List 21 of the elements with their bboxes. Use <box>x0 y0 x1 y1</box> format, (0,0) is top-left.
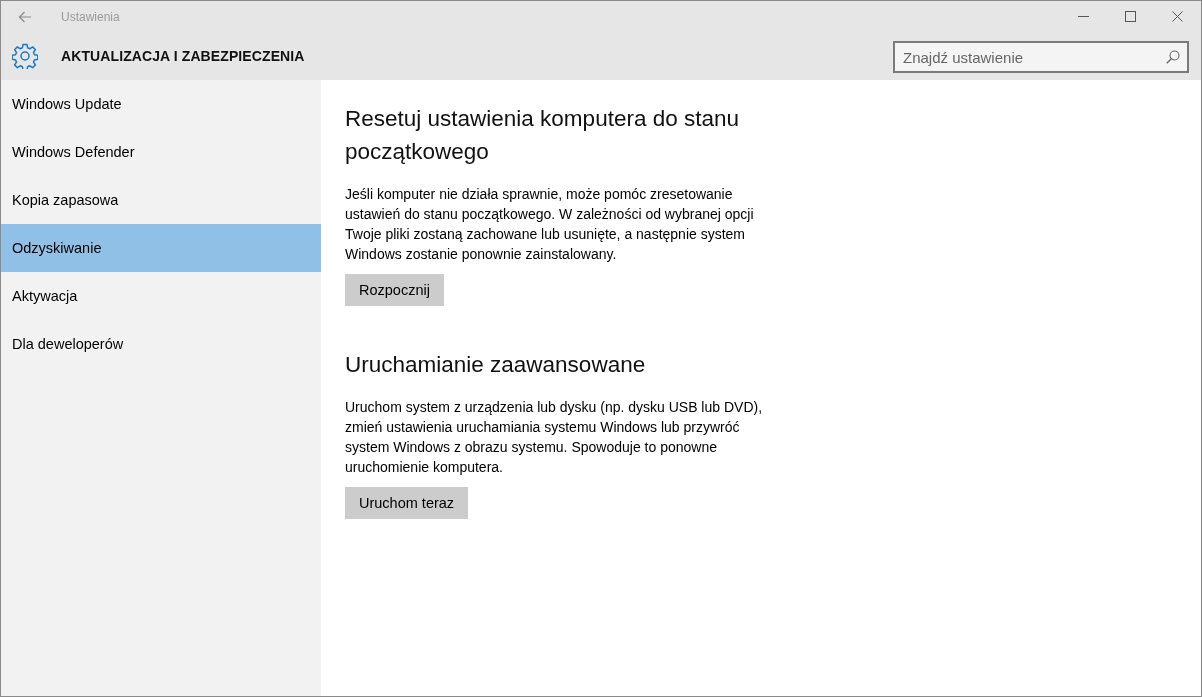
search-field[interactable]: Znajdź ustawienie <box>893 41 1189 73</box>
sidebar-item[interactable]: Aktywacja <box>1 272 321 320</box>
sidebar-item[interactable]: Kopia zapasowa <box>1 176 321 224</box>
search-icon <box>1166 50 1180 64</box>
section-description: Jeśli komputer nie działa sprawnie, może pomóc zresetowanie ustawień do stanu początkowego. W zależności od wybranej opcji Twoje pliki zostaną zachowane lub usunięte, a następnie system Windows zostanie ponownie zainstalowany. <box>345 185 755 264</box>
gear-icon <box>12 43 38 69</box>
action-button[interactable]: Uruchom teraz <box>345 487 469 519</box>
sidebar-item[interactable]: Windows Update <box>1 80 321 128</box>
page-title: AKTUALIZACJA I ZABEZPIECZENIA <box>61 48 305 64</box>
sidebar-item[interactable]: Odzyskiwanie <box>1 224 321 272</box>
section-description: Uruchom system z urządzenia lub dysku (np. dysku USB lub DVD), zmień ustawienia uruchamiania systemu Windows lub przywróć system Windows z obrazu systemu. Spowoduje to ponowne uruchomienie komputera. <box>345 398 764 477</box>
back-arrow-icon <box>18 10 32 23</box>
action-button[interactable]: Rozpocznij <box>345 274 444 306</box>
window-title: Ustawienia <box>61 9 120 24</box>
section-heading: Uruchamianie zaawansowane <box>345 351 647 379</box>
sidebar-item[interactable]: Dla deweloperów <box>1 320 321 368</box>
maximize-icon <box>1125 11 1136 22</box>
sidebar-item[interactable]: Windows Defender <box>1 128 321 176</box>
minimize-icon <box>1078 16 1089 17</box>
close-icon <box>1172 11 1183 22</box>
section-heading: Resetuj ustawienia komputera do stanu początkowego <box>345 105 740 166</box>
